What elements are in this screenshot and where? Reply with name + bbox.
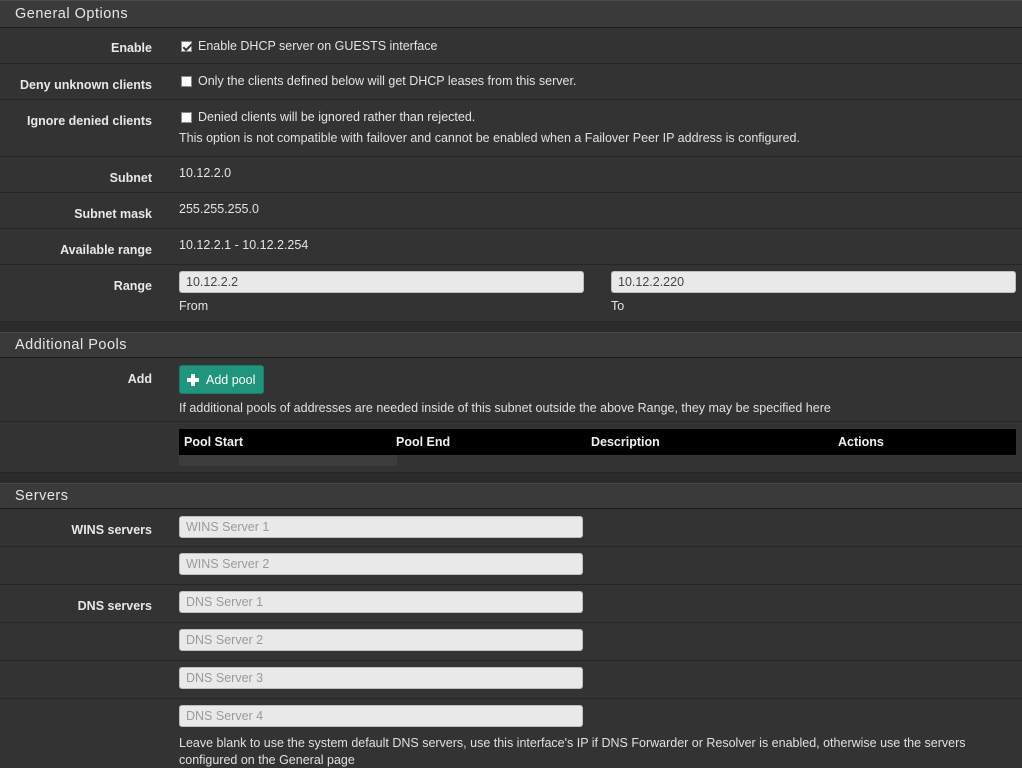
subnet-mask-label: Subnet mask bbox=[74, 207, 152, 221]
dns-server-2-input[interactable] bbox=[179, 629, 583, 651]
ignore-denied-row: Ignore denied clients Denied clients wil… bbox=[0, 100, 1022, 157]
section-title: Additional Pools bbox=[15, 337, 127, 353]
range-to-label: To bbox=[611, 299, 625, 313]
plus-icon bbox=[187, 373, 199, 386]
ignore-denied-checkbox[interactable] bbox=[181, 112, 192, 124]
subnet-mask-row: Subnet mask 255.255.255.0 bbox=[0, 193, 1022, 229]
dns-server-2-row bbox=[0, 623, 1022, 661]
dns-server-3-row bbox=[0, 661, 1022, 699]
general-options-header: General Options bbox=[0, 0, 1022, 28]
dns-server-4-row: Leave blank to use the system default DN… bbox=[0, 699, 1022, 768]
dns-server-1-row: DNS servers bbox=[0, 585, 1022, 623]
enable-label: Enable bbox=[111, 41, 152, 55]
wins-servers-label: WINS servers bbox=[71, 523, 152, 537]
wins-server-2-row bbox=[0, 547, 1022, 585]
column-pool-start: Pool Start bbox=[184, 435, 244, 449]
section-title: General Options bbox=[15, 6, 129, 22]
dns-servers-help: Leave blank to use the system default DN… bbox=[179, 736, 966, 767]
deny-unknown-row: Deny unknown clients Only the clients de… bbox=[0, 64, 1022, 100]
dns-server-3-input[interactable] bbox=[179, 667, 583, 689]
pools-table: Pool Start Pool End Description Actions bbox=[179, 429, 1016, 466]
additional-pools-header: Additional Pools bbox=[0, 332, 1022, 358]
subnet-mask-value: 255.255.255.0 bbox=[179, 202, 259, 216]
column-description: Description bbox=[591, 435, 660, 449]
subnet-row: Subnet 10.12.2.0 bbox=[0, 157, 1022, 193]
deny-unknown-text: Only the clients defined below will get … bbox=[198, 74, 577, 88]
subnet-value: 10.12.2.0 bbox=[179, 166, 232, 180]
column-pool-end: Pool End bbox=[396, 435, 451, 449]
enable-text: Enable DHCP server on GUESTS interface bbox=[198, 39, 438, 53]
ignore-denied-label: Ignore denied clients bbox=[26, 114, 152, 128]
wins-server-1-row: WINS servers bbox=[0, 509, 1022, 547]
range-row: Range From To bbox=[0, 265, 1022, 322]
pools-table-row: Pool Start Pool End Description Actions bbox=[0, 422, 1022, 473]
wins-server-2-input[interactable] bbox=[179, 553, 583, 575]
deny-unknown-label: Deny unknown clients bbox=[20, 78, 152, 92]
add-pool-button[interactable]: Add pool bbox=[179, 365, 265, 394]
add-label: Add bbox=[127, 372, 152, 386]
range-to-input[interactable] bbox=[611, 271, 1016, 293]
column-actions: Actions bbox=[838, 435, 884, 449]
pools-table-header: Pool Start Pool End Description Actions bbox=[179, 429, 1016, 455]
servers-header: Servers bbox=[0, 483, 1022, 509]
section-title: Servers bbox=[15, 488, 69, 504]
enable-checkbox[interactable] bbox=[181, 41, 192, 53]
subnet-label: Subnet bbox=[109, 171, 152, 185]
available-range-label: Available range bbox=[60, 243, 152, 257]
range-from-input[interactable] bbox=[179, 271, 584, 293]
enable-row: Enable Enable DHCP server on GUESTS inte… bbox=[0, 28, 1022, 64]
dns-server-4-input[interactable] bbox=[179, 705, 583, 727]
ignore-denied-text: Denied clients will be ignored rather th… bbox=[198, 110, 476, 124]
deny-unknown-checkbox[interactable] bbox=[181, 76, 192, 88]
add-pool-row: Add Add pool If additional pools of addr… bbox=[0, 358, 1022, 422]
range-from-label: From bbox=[179, 299, 209, 313]
dns-server-1-input[interactable] bbox=[179, 591, 583, 613]
pools-help: If additional pools of addresses are nee… bbox=[179, 401, 831, 415]
available-range-value: 10.12.2.1 - 10.12.2.254 bbox=[179, 238, 309, 252]
wins-server-1-input[interactable] bbox=[179, 516, 583, 538]
pools-table-body bbox=[179, 455, 397, 466]
add-pool-label: Add pool bbox=[206, 372, 256, 387]
range-label: Range bbox=[113, 279, 152, 293]
available-range-row: Available range 10.12.2.1 - 10.12.2.254 bbox=[0, 229, 1022, 265]
dns-servers-label: DNS servers bbox=[77, 599, 152, 613]
ignore-denied-help: This option is not compatible with failo… bbox=[179, 131, 800, 145]
